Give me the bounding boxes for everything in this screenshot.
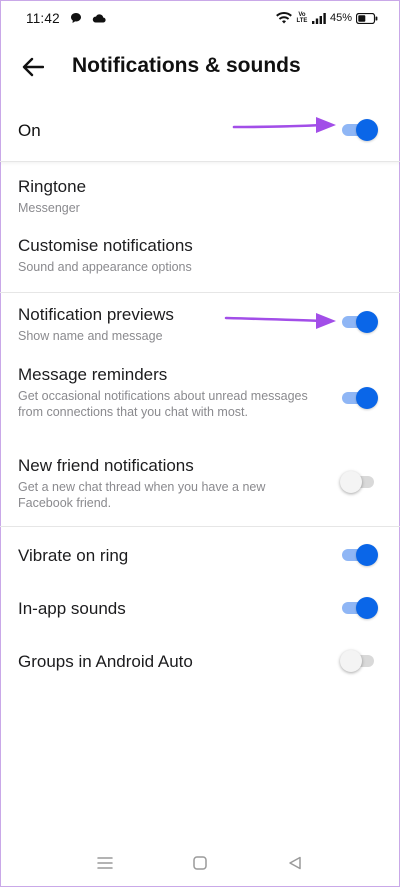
signal-icon — [311, 12, 326, 24]
toggle-knob — [356, 119, 378, 141]
new-friend-notifications-toggle[interactable] — [340, 471, 378, 493]
in-app-sounds-toggle[interactable] — [342, 597, 378, 619]
notification-previews-row[interactable]: Notification previews Show name and mess… — [0, 305, 400, 344]
toggle-knob — [356, 544, 378, 566]
master-toggle[interactable] — [342, 119, 378, 141]
ringtone-subtitle: Messenger — [18, 201, 80, 215]
chat-bubble-icon — [70, 12, 82, 24]
notification-previews-toggle[interactable] — [342, 311, 378, 333]
toggle-knob — [356, 597, 378, 619]
recent-apps-button[interactable] — [94, 852, 116, 874]
customise-notifications-title: Customise notifications — [18, 236, 193, 255]
in-app-sounds-row[interactable]: In-app sounds — [0, 599, 400, 619]
customise-notifications-subtitle: Sound and appearance options — [18, 260, 192, 274]
cloud-icon — [92, 13, 106, 23]
status-time: 11:42 — [26, 10, 60, 26]
groups-android-auto-toggle[interactable] — [340, 650, 378, 672]
message-reminders-subtitle: Get occasional notifications about unrea… — [18, 389, 308, 419]
section-divider — [0, 526, 400, 527]
back-triangle-icon — [289, 856, 301, 870]
status-bar: 11:42 Vo LTE 45% — [0, 0, 400, 36]
message-reminders-title: Message reminders — [18, 365, 168, 384]
app-bar: Notifications & sounds — [0, 40, 400, 96]
volte-icon: Vo LTE — [296, 12, 308, 24]
menu-icon — [97, 857, 113, 869]
nav-back-button[interactable] — [284, 852, 306, 874]
message-reminders-toggle[interactable] — [342, 387, 378, 409]
back-arrow-icon — [22, 57, 44, 77]
master-toggle-label: On — [18, 120, 41, 140]
ringtone-row[interactable]: Ringtone Messenger — [0, 177, 400, 216]
toggle-knob — [340, 650, 362, 672]
notification-previews-subtitle: Show name and message — [18, 329, 163, 343]
message-reminders-row[interactable]: Message reminders Get occasional notific… — [0, 365, 400, 420]
toggle-knob — [356, 387, 378, 409]
annotation-arrow — [232, 117, 336, 133]
master-toggle-row[interactable]: On — [0, 100, 400, 162]
new-friend-notifications-subtitle: Get a new chat thread when you have a ne… — [18, 480, 266, 510]
wifi-icon — [276, 12, 292, 24]
battery-icon — [356, 12, 378, 24]
home-square-icon — [193, 856, 207, 870]
ringtone-title: Ringtone — [18, 177, 87, 196]
home-button[interactable] — [189, 852, 211, 874]
system-nav-bar — [0, 848, 400, 876]
page-title: Notifications & sounds — [72, 54, 301, 77]
vibrate-on-ring-toggle[interactable] — [342, 544, 378, 566]
toggle-knob — [356, 311, 378, 333]
vibrate-on-ring-row[interactable]: Vibrate on ring — [0, 546, 400, 566]
back-button[interactable] — [18, 52, 48, 82]
customise-notifications-row[interactable]: Customise notifications Sound and appear… — [0, 236, 400, 275]
annotation-arrow — [224, 313, 336, 329]
toggle-knob — [340, 471, 362, 493]
volte-label: Vo LTE — [296, 12, 308, 24]
battery-percent: 45% — [329, 12, 352, 24]
section-divider — [0, 292, 400, 293]
